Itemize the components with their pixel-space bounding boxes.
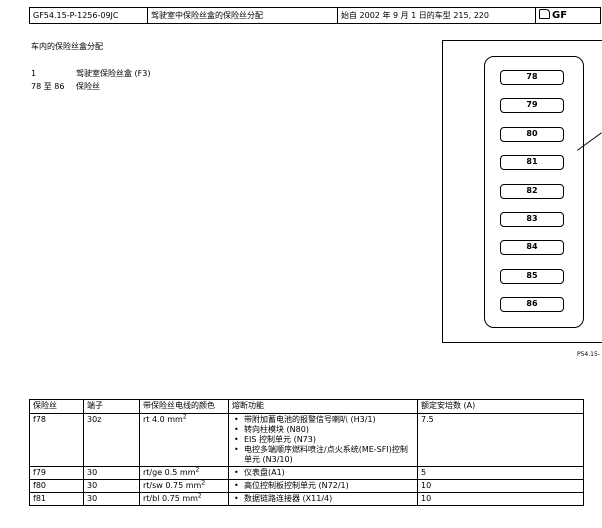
wire-sup: 2 <box>182 413 187 421</box>
legend-number: 1 <box>31 69 37 78</box>
terminal-cell: 30 <box>83 466 140 480</box>
wire-sup: 2 <box>197 492 202 500</box>
column-header: 端子 <box>83 399 140 414</box>
fuse-slot-84: 84 <box>500 240 564 255</box>
doc-scope: 始自 2002 年 9 月 1 日的车型 215, 220 <box>338 8 536 23</box>
function-cell: 高位控制板控制单元 (N72/1) <box>228 479 418 493</box>
table-row: f81 30 rt/bl 0.75 mm2 数据链路连接器 (X11/4) 10 <box>29 492 584 506</box>
function-item: EIS 控制单元 (N73) <box>232 435 414 445</box>
document-header: GF54.15-P-1256-09JC 驾驶室中保险丝盒的保险丝分配 始自 20… <box>29 7 601 24</box>
fuse-cell: f80 <box>29 479 84 493</box>
wire-cell: rt/bl 0.75 mm2 <box>139 492 229 506</box>
column-header: 带保险丝电线的颜色 <box>139 399 229 414</box>
terminal-cell: 30 <box>83 492 140 506</box>
legend-text: 保险丝 <box>76 82 100 91</box>
wire-cell: rt 4.0 mm2 <box>139 413 229 467</box>
table-row: f79 30 rt/ge 0.5 mm2 仪表盘(A1) 5 <box>29 466 584 480</box>
wire-color: rt 4.0 mm <box>143 415 183 424</box>
amps-cell: 5 <box>417 466 584 480</box>
car-icon <box>539 9 550 19</box>
fuse-slot-85: 85 <box>500 269 564 284</box>
table-header-row: 保险丝 端子 带保险丝电线的颜色 熔断功能 额定安培数 (A) <box>29 399 584 414</box>
column-header: 熔断功能 <box>228 399 418 414</box>
fuse-cell: f79 <box>29 466 84 480</box>
terminal-cell: 30 <box>83 479 140 493</box>
wire-sup: 2 <box>201 479 206 487</box>
column-header: 额定安培数 (A) <box>417 399 584 414</box>
function-item: 电控多端顺序燃料喷注/点火系统(ME-SFI)控制单元 (N3/10) <box>232 445 414 465</box>
fuse-cell: f78 <box>29 413 84 467</box>
fuse-slot-83: 83 <box>500 212 564 227</box>
function-item: 数据链路连接器 (X11/4) <box>232 494 414 504</box>
terminal-cell: 30z <box>83 413 140 467</box>
wire-cell: rt/sw 0.75 mm2 <box>139 479 229 493</box>
fuse-slot-82: 82 <box>500 184 564 199</box>
amps-cell: 7.5 <box>417 413 584 467</box>
function-item: 转向柱模块 (N80) <box>232 425 414 435</box>
wire-color: rt/sw 0.75 mm <box>143 481 202 490</box>
doc-title: 驾驶室中保险丝盒的保险丝分配 <box>148 8 338 23</box>
function-item: 仪表盘(A1) <box>232 468 414 478</box>
figure-id: P54.15- <box>577 351 600 358</box>
wire-cell: rt/ge 0.5 mm2 <box>139 466 229 480</box>
wire-color: rt/bl 0.75 mm <box>143 494 198 503</box>
legend-text: 驾驶室保险丝盒 (F3) <box>76 69 151 78</box>
wire-sup: 2 <box>195 466 200 474</box>
wire-color: rt/ge 0.5 mm <box>143 468 196 477</box>
function-item: 带附加蓄电池的报警信号喇叭 (H3/1) <box>232 415 414 425</box>
table-row: f80 30 rt/sw 0.75 mm2 高位控制板控制单元 (N72/1) … <box>29 479 584 493</box>
table-row: f78 30z rt 4.0 mm2 带附加蓄电池的报警信号喇叭 (H3/1) … <box>29 413 584 467</box>
fuse-cell: f81 <box>29 492 84 506</box>
function-item: 高位控制板控制单元 (N72/1) <box>232 481 414 491</box>
doc-id: GF54.15-P-1256-09JC <box>30 8 148 23</box>
fuse-slot-81: 81 <box>500 155 564 170</box>
amps-cell: 10 <box>417 492 584 506</box>
fuse-table: 保险丝 端子 带保险丝电线的颜色 熔断功能 额定安培数 (A) f78 30z … <box>29 399 584 506</box>
doc-badge-label: GF <box>552 10 568 21</box>
function-cell: 数据链路连接器 (X11/4) <box>228 492 418 506</box>
column-header: 保险丝 <box>29 399 84 414</box>
fuse-slot-86: 86 <box>500 297 564 312</box>
fuse-slot-79: 79 <box>500 98 564 113</box>
fuse-slot-78: 78 <box>500 70 564 85</box>
doc-badge: GF <box>536 8 602 23</box>
function-cell: 仪表盘(A1) <box>228 466 418 480</box>
fuse-slot-80: 80 <box>500 127 564 142</box>
section-title: 车内的保险丝盒分配 <box>31 42 103 51</box>
function-cell: 带附加蓄电池的报警信号喇叭 (H3/1) 转向柱模块 (N80) EIS 控制单… <box>228 413 418 467</box>
amps-cell: 10 <box>417 479 584 493</box>
legend-number: 78 至 86 <box>31 82 65 91</box>
